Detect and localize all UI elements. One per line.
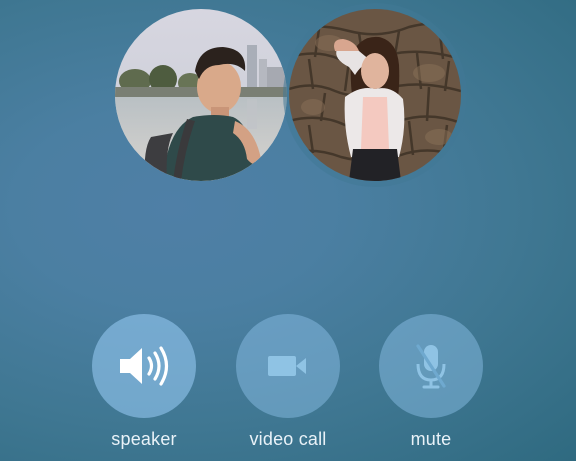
participant-photo-1 [115,9,287,181]
video-camera-icon [268,356,306,376]
participant-photo-2 [289,9,461,181]
speaker-button[interactable] [92,314,196,418]
video-call-label: video call [249,429,327,449]
participant-avatar-2 [289,9,461,181]
mute-button[interactable] [379,314,483,418]
speaker-label: speaker [111,429,177,449]
video-call-button[interactable] [236,314,340,418]
mute-label: mute [410,429,452,449]
speaker-icon [120,346,169,386]
call-screen: speaker video call mute [0,0,576,461]
microphone-muted-icon [416,344,446,389]
participant-avatar-1 [115,9,287,181]
